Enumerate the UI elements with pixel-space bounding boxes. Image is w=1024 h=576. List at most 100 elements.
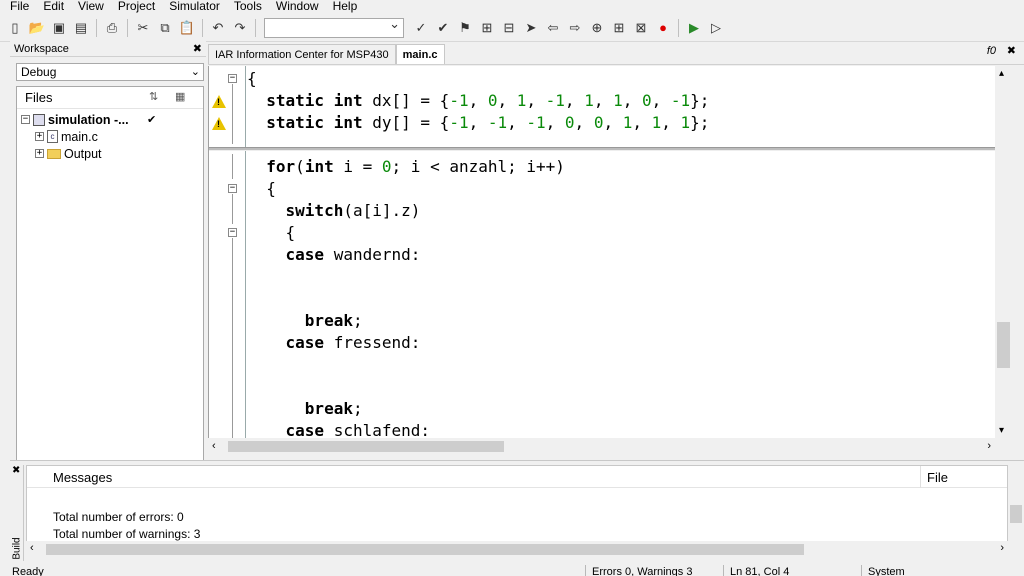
fold-icon[interactable]: −: [228, 74, 237, 83]
column-messages[interactable]: Messages: [53, 470, 112, 485]
code-line[interactable]: break;: [247, 310, 363, 332]
warning-icon[interactable]: [212, 117, 226, 130]
menu-file[interactable]: File: [0, 0, 36, 13]
print-icon[interactable]: ⎙: [101, 17, 123, 39]
code-line[interactable]: case schlafend:: [247, 420, 431, 438]
code-text: ,: [632, 113, 652, 132]
scroll-right-icon[interactable]: ›: [1000, 542, 1004, 554]
scroll-left-icon[interactable]: ‹: [30, 542, 34, 554]
code-number: 0: [642, 91, 652, 110]
download-debug-icon[interactable]: ▶: [683, 17, 705, 39]
scroll-thumb[interactable]: [1010, 505, 1022, 523]
code-line[interactable]: switch(a[i].z): [247, 200, 421, 222]
sort-icon[interactable]: ⇅: [149, 90, 158, 103]
column-divider[interactable]: [920, 466, 921, 488]
code-line[interactable]: case wandernd:: [247, 244, 421, 266]
open-icon[interactable]: 📂: [26, 17, 48, 39]
save-icon[interactable]: ▣: [48, 17, 70, 39]
menu-window[interactable]: Window: [269, 0, 326, 13]
expand-icon[interactable]: +: [35, 132, 44, 141]
find-combo[interactable]: [264, 16, 404, 38]
tree-item-main-c[interactable]: + c main.c: [17, 128, 203, 145]
fold-icon[interactable]: −: [228, 228, 237, 237]
message-line[interactable]: Total number of warnings: 3: [53, 527, 200, 541]
configuration-select[interactable]: Debug ⌄: [16, 63, 204, 81]
warning-icon[interactable]: [212, 95, 226, 108]
code-line[interactable]: {: [247, 178, 276, 200]
toggle-breakpoint-icon[interactable]: ✔: [432, 17, 454, 39]
tab-main-c[interactable]: main.c: [395, 44, 445, 64]
menu-edit[interactable]: Edit: [36, 0, 71, 13]
tree-item-project[interactable]: − simulation -... ✔: [17, 111, 203, 128]
files-header: Files ⇅ ▦: [17, 87, 203, 109]
go-forward-icon[interactable]: ⇨: [564, 17, 586, 39]
close-icon[interactable]: ✖: [1007, 44, 1016, 57]
stop-build-icon[interactable]: ⊟: [498, 17, 520, 39]
code-text: i =: [333, 157, 382, 176]
scroll-thumb[interactable]: [997, 322, 1010, 368]
build-icon[interactable]: ⊞: [608, 17, 630, 39]
code-text: ,: [526, 91, 546, 110]
options-icon[interactable]: ▦: [175, 90, 185, 103]
menu-project[interactable]: Project: [111, 0, 162, 13]
menu-tools[interactable]: Tools: [227, 0, 269, 13]
menu-view[interactable]: View: [71, 0, 111, 13]
code-line[interactable]: static int dy[] = {-1, -1, -1, 0, 0, 1, …: [247, 112, 709, 134]
expand-icon[interactable]: +: [35, 149, 44, 158]
code-number: -1: [526, 113, 546, 132]
message-line[interactable]: Total number of errors: 0: [53, 510, 184, 524]
menu-simulator[interactable]: Simulator: [162, 0, 227, 13]
make-icon[interactable]: ⊞: [476, 17, 498, 39]
code-line[interactable]: static int dx[] = {-1, 0, 1, -1, 1, 1, 0…: [247, 90, 709, 112]
code-line[interactable]: {: [247, 68, 257, 90]
scroll-down-icon[interactable]: ▾: [999, 425, 1004, 436]
tree-item-output[interactable]: + Output: [17, 145, 203, 162]
messages-horizontal-scrollbar[interactable]: ‹ ›: [26, 541, 1008, 558]
close-icon[interactable]: ✖: [12, 465, 20, 476]
scroll-right-icon[interactable]: ›: [987, 440, 991, 452]
code-number: 0: [381, 157, 392, 176]
code-editor[interactable]: − − − { static int dx[] = {-1, 0, 1, -1,…: [208, 66, 995, 438]
close-icon[interactable]: ✖: [193, 41, 202, 57]
fold-line: [232, 84, 233, 144]
messages-vertical-scrollbar[interactable]: [1008, 465, 1024, 543]
collapse-icon[interactable]: −: [21, 115, 30, 124]
find-in-files-icon[interactable]: ⊕: [586, 17, 608, 39]
redo-icon[interactable]: ↷: [229, 17, 251, 39]
scroll-thumb[interactable]: [46, 544, 804, 555]
editor-vertical-scrollbar[interactable]: ▴ ▾: [995, 66, 1012, 438]
column-file[interactable]: File: [927, 470, 948, 485]
code-line[interactable]: break;: [247, 398, 363, 420]
code-line[interactable]: {: [247, 222, 296, 244]
breakpoint-icon[interactable]: ●: [652, 17, 674, 39]
undo-icon[interactable]: ↶: [207, 17, 229, 39]
rebuild-icon[interactable]: ⊠: [630, 17, 652, 39]
code-line[interactable]: case fressend:: [247, 332, 421, 354]
code-line[interactable]: for(int i = 0; i < anzahl; i++): [247, 156, 565, 178]
cut-icon[interactable]: ✂: [132, 17, 154, 39]
paste-icon[interactable]: 📋: [176, 17, 198, 39]
fold-icon[interactable]: −: [228, 184, 237, 193]
copy-icon[interactable]: ⧉: [154, 17, 176, 39]
build-messages-panel: ✖ Build Messages File Total number of er…: [10, 460, 1024, 561]
editor-horizontal-scrollbar[interactable]: ‹ ›: [208, 438, 995, 456]
code-number: 1: [622, 113, 633, 132]
function-list-button[interactable]: f0: [987, 45, 996, 57]
go-back-icon[interactable]: ⇦: [542, 17, 564, 39]
editor-splitter[interactable]: [209, 147, 995, 151]
debug-without-download-icon[interactable]: ▷: [705, 17, 727, 39]
new-file-icon[interactable]: ▯: [4, 17, 26, 39]
scroll-thumb[interactable]: [228, 441, 504, 452]
bookmark-icon[interactable]: ➤: [520, 17, 542, 39]
check-icon[interactable]: ✓: [410, 17, 432, 39]
compile-icon[interactable]: ⚑: [454, 17, 476, 39]
scroll-up-icon[interactable]: ▴: [999, 68, 1004, 79]
scroll-left-icon[interactable]: ‹: [212, 440, 216, 452]
code-keyword: static: [266, 113, 325, 132]
menu-help[interactable]: Help: [326, 0, 365, 13]
code-keyword: case: [285, 421, 325, 438]
tab-information-center[interactable]: IAR Information Center for MSP430: [208, 44, 396, 64]
save-all-icon[interactable]: ▤: [70, 17, 92, 39]
